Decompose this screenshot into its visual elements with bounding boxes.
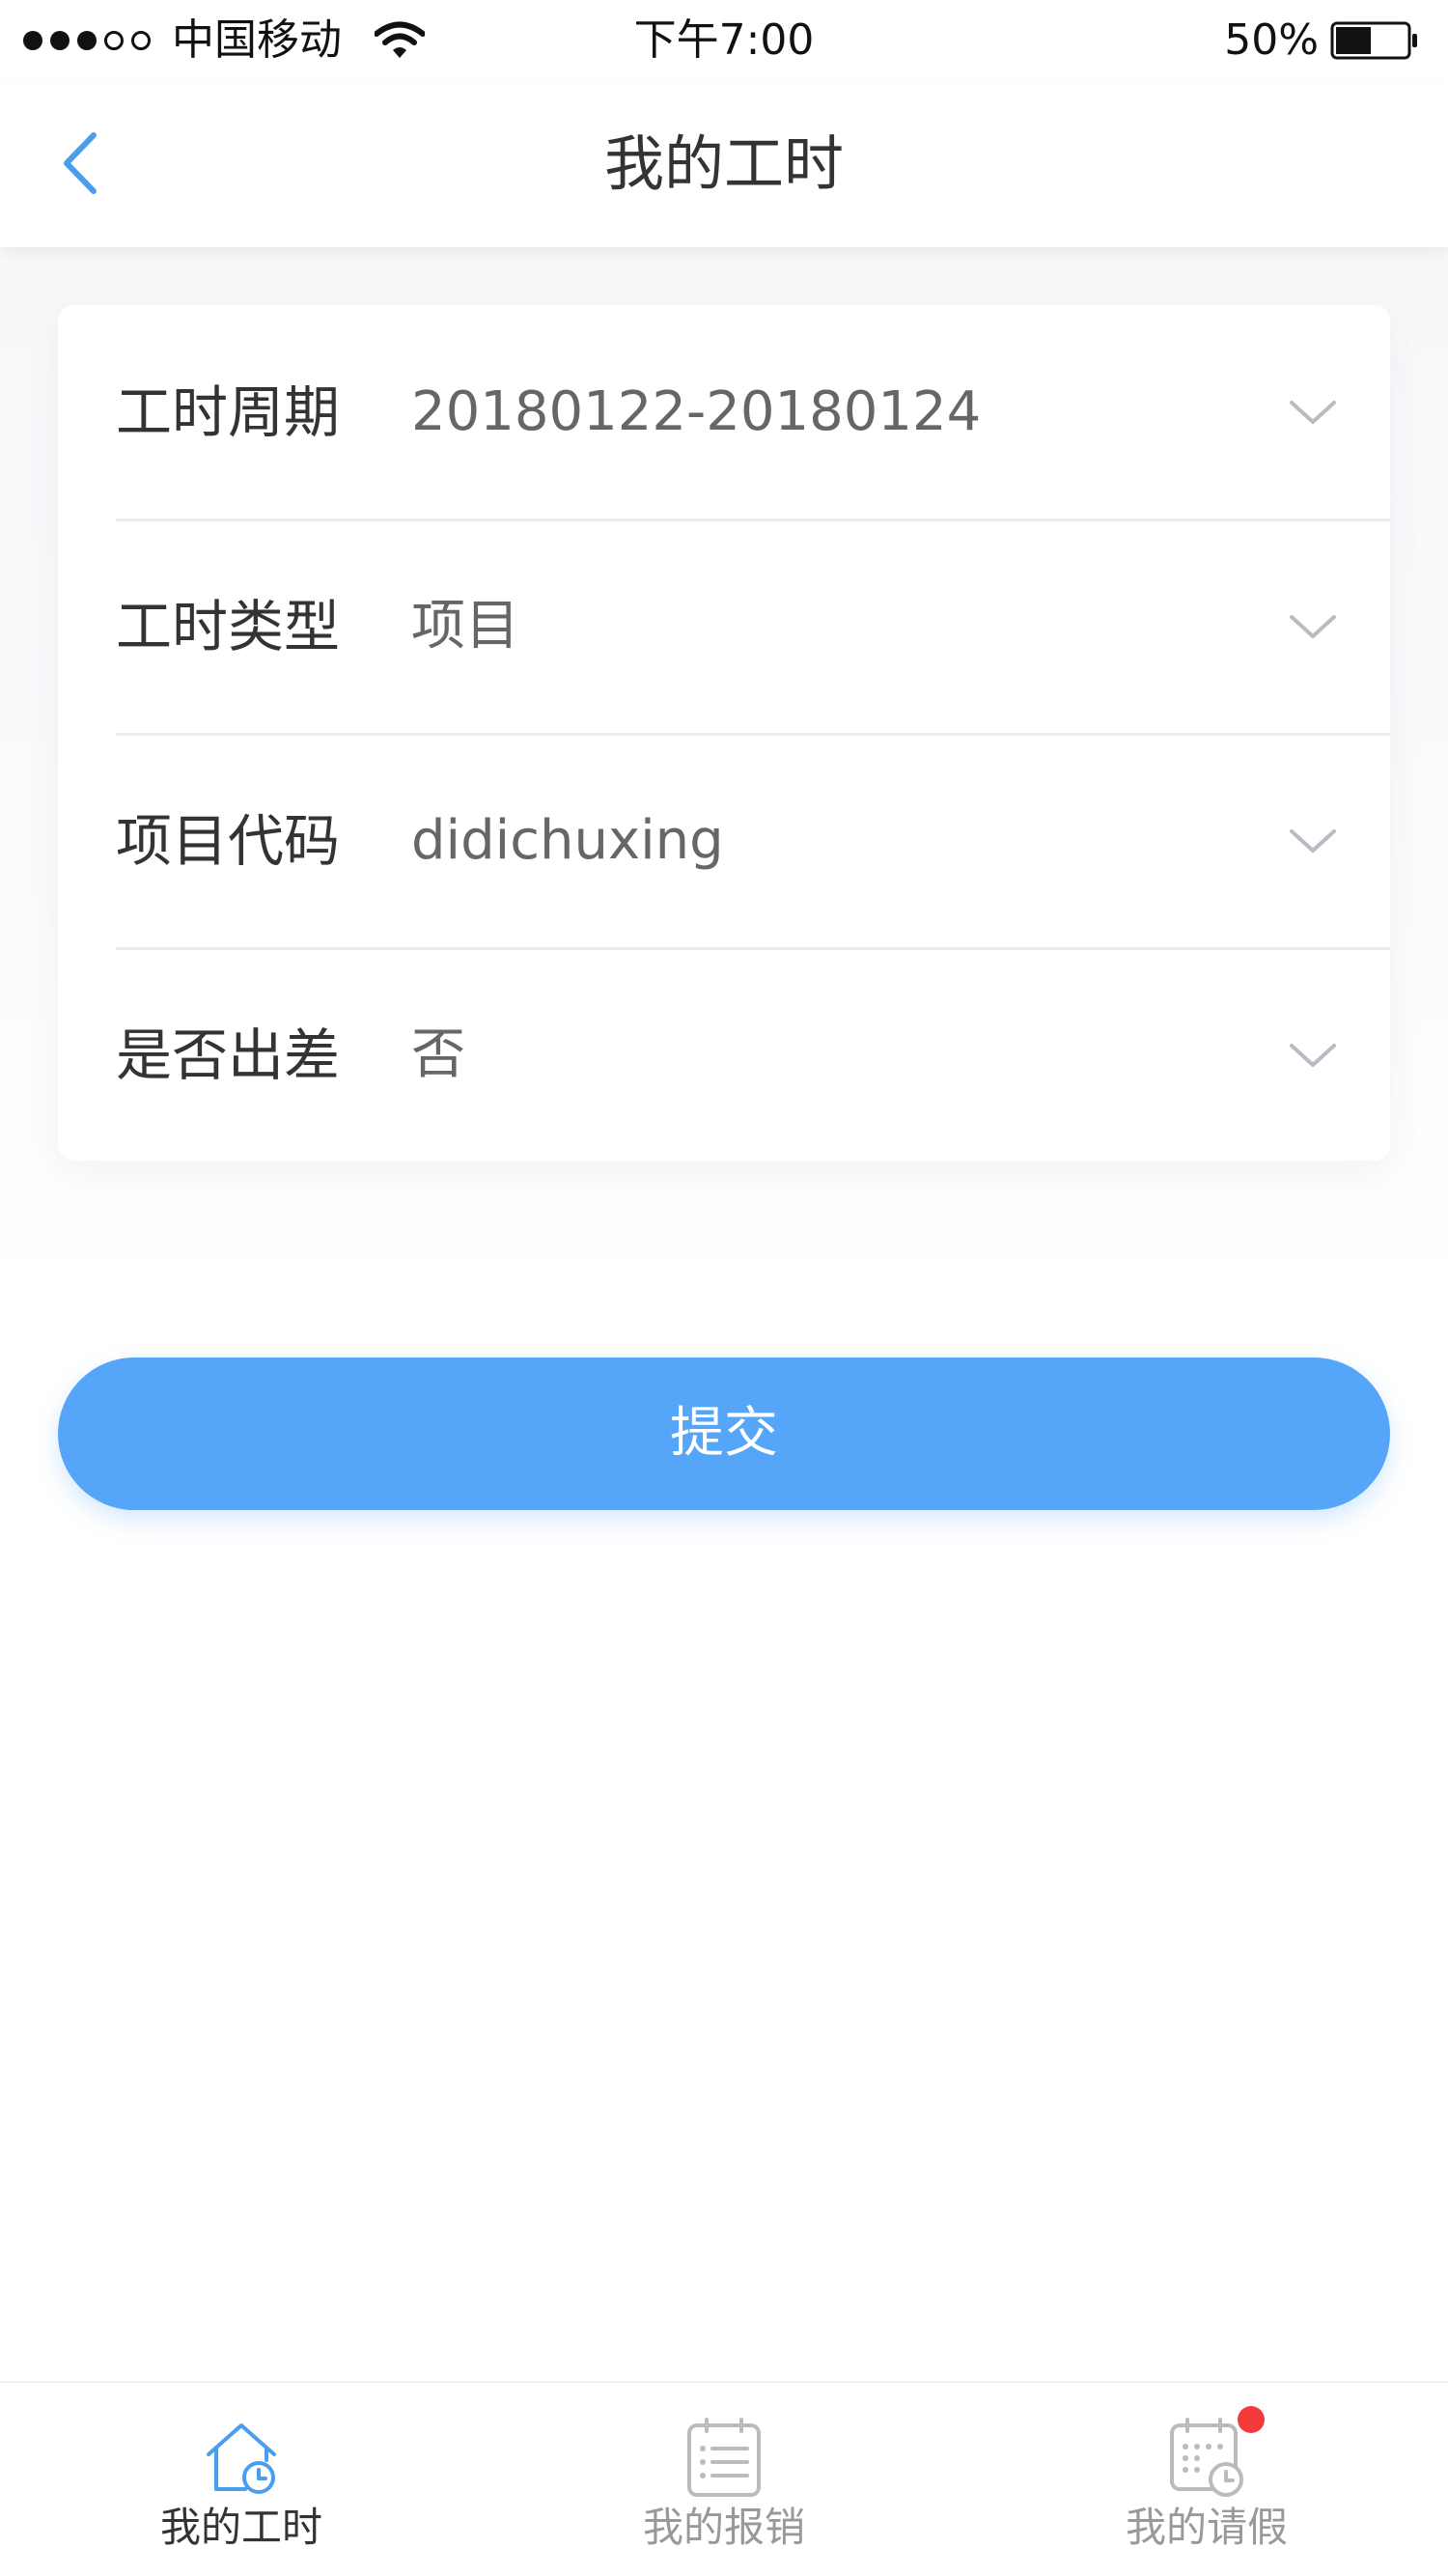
battery-percentage: 50% <box>1224 15 1319 65</box>
form-row-business-trip[interactable]: 是否出差 否 <box>58 948 1390 1162</box>
field-label: 项目代码 <box>116 808 341 874</box>
status-bar: 中国移动 下午7:00 50% <box>0 0 1448 81</box>
notification-badge <box>1238 2406 1265 2433</box>
field-label: 是否出差 <box>116 1022 341 1088</box>
business-trip-select-value[interactable]: 否 <box>411 948 465 1162</box>
project-code-select-value[interactable]: didichuxing <box>411 734 724 948</box>
period-select-value[interactable]: 20180122-20180124 <box>411 305 981 519</box>
form-row-period[interactable]: 工时周期 20180122-20180124 <box>58 305 1390 519</box>
tab-bar: 我的工时 我的报销 我的请假 <box>0 2381 1448 2576</box>
chevron-down-icon[interactable] <box>1284 1026 1342 1084</box>
tab-label: 我的工时 <box>159 2504 322 2551</box>
field-label: 工时类型 <box>116 594 341 659</box>
navigation-bar: 我的工时 <box>0 81 1448 247</box>
battery-icon <box>1330 21 1417 60</box>
chevron-down-icon[interactable] <box>1284 812 1342 870</box>
tab-label: 我的报销 <box>642 2504 805 2551</box>
tab-my-leave[interactable]: 我的请假 <box>965 2383 1448 2576</box>
chevron-down-icon[interactable] <box>1284 383 1342 441</box>
main-content: 工时周期 20180122-20180124 工时类型 项目 项目代码 didi… <box>0 247 1448 2381</box>
home-clock-icon <box>207 2423 276 2494</box>
list-icon <box>687 2418 761 2497</box>
page-title: 我的工时 <box>603 128 844 199</box>
calendar-clock-icon <box>1170 2418 1243 2497</box>
tab-my-expenses[interactable]: 我的报销 <box>483 2383 965 2576</box>
chevron-down-icon[interactable] <box>1284 598 1342 656</box>
tab-my-hours[interactable]: 我的工时 <box>0 2383 483 2576</box>
form-row-project-code[interactable]: 项目代码 didichuxing <box>58 734 1390 948</box>
form-row-type[interactable]: 工时类型 项目 <box>58 519 1390 734</box>
submit-button[interactable]: 提交 <box>58 1358 1390 1510</box>
tab-label: 我的请假 <box>1125 2504 1288 2551</box>
type-select-value[interactable]: 项目 <box>411 519 519 734</box>
timesheet-form: 工时周期 20180122-20180124 工时类型 项目 项目代码 didi… <box>58 305 1390 1161</box>
field-label: 工时周期 <box>116 379 341 445</box>
